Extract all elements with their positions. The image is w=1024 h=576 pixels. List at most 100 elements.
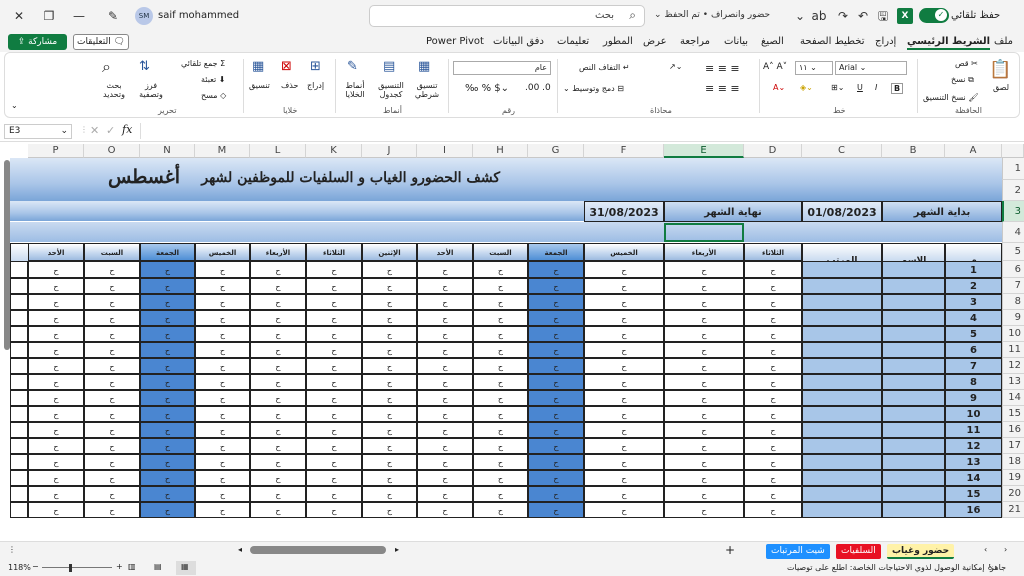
delete-cells-icon[interactable]: ⊠ <box>281 59 292 74</box>
sheet-month[interactable]: أغسطس <box>108 166 180 188</box>
page-break-view-icon[interactable]: ▥ <box>128 562 136 571</box>
attendance-cell[interactable]: ح <box>28 294 84 310</box>
attendance-cell[interactable]: ح <box>84 278 140 294</box>
attendance-cell[interactable]: ح <box>528 326 584 342</box>
employee-salary-10[interactable] <box>802 406 882 422</box>
header-day-10[interactable]: الخميس <box>195 243 250 261</box>
horizontal-scrollbar[interactable] <box>250 546 386 554</box>
attendance-cell[interactable]: ح <box>473 294 528 310</box>
attendance-cell[interactable]: ح <box>528 422 584 438</box>
accessibility-status[interactable]: إمكانية الوصول لذوي الاحتياجات الخاصة: ا… <box>787 563 994 572</box>
attendance-cell[interactable]: ح <box>664 342 744 358</box>
attendance-cell[interactable]: ح <box>28 278 84 294</box>
restore-icon[interactable]: ❐ <box>38 6 60 26</box>
attendance-cell[interactable]: ح <box>195 438 250 454</box>
zoom-in-icon[interactable]: + <box>116 562 123 571</box>
attendance-cell[interactable]: ح <box>140 422 195 438</box>
attendance-cell[interactable]: ح <box>362 470 417 486</box>
attendance-cell[interactable]: ح <box>473 326 528 342</box>
attendance-cell[interactable]: ح <box>250 278 306 294</box>
tab-review[interactable]: مراجعة <box>680 36 710 47</box>
attendance-cell[interactable]: ح <box>28 390 84 406</box>
attendance-cell[interactable]: ح <box>28 326 84 342</box>
attendance-cell[interactable]: ح <box>744 294 802 310</box>
attendance-cell[interactable]: ح <box>306 406 362 422</box>
orientation-icon[interactable]: ↗⌄ <box>669 62 682 71</box>
header-day-06[interactable]: الأحد <box>417 243 473 261</box>
attendance-cell[interactable]: ح <box>250 422 306 438</box>
attendance-cell[interactable]: ح <box>84 438 140 454</box>
header-day-05[interactable]: السبت <box>473 243 528 261</box>
attendance-cell[interactable]: ح <box>584 358 664 374</box>
row-header-3[interactable]: 3 <box>1002 201 1024 222</box>
attendance-cell[interactable]: ح <box>140 294 195 310</box>
document-title[interactable]: ⌄ حضور وانصراف • تم الحفظ <box>654 10 770 20</box>
left-edge-cell[interactable] <box>10 294 28 310</box>
left-edge-cell[interactable] <box>10 358 28 374</box>
start-date[interactable]: 01/08/2023 <box>802 201 882 222</box>
attendance-cell[interactable]: ح <box>84 454 140 470</box>
left-edge-cell[interactable] <box>10 374 28 390</box>
left-edge-cell[interactable] <box>10 342 28 358</box>
employee-number-2[interactable]: 2 <box>945 278 1002 294</box>
page-layout-view-icon[interactable]: ▤ <box>154 562 162 571</box>
attendance-cell[interactable]: ح <box>664 454 744 470</box>
attendance-cell[interactable]: ح <box>584 422 664 438</box>
column-header-b[interactable]: B <box>882 144 945 158</box>
header-day-03[interactable]: الخميس <box>584 243 664 261</box>
attendance-cell[interactable]: ح <box>584 310 664 326</box>
conditional-format-icon[interactable]: ▦ <box>418 59 430 74</box>
employee-name-16[interactable] <box>882 502 945 518</box>
vertical-scrollbar[interactable] <box>4 160 10 350</box>
row-header-9[interactable]: 9 <box>1002 310 1024 326</box>
attendance-cell[interactable]: ح <box>664 374 744 390</box>
format-cells-label[interactable]: تنسيق <box>249 81 270 90</box>
header-day-09[interactable]: الأربعاء <box>250 243 306 261</box>
employee-name-6[interactable] <box>882 342 945 358</box>
attendance-cell[interactable]: ح <box>584 374 664 390</box>
attendance-cell[interactable]: ح <box>362 390 417 406</box>
row-header-8[interactable]: 8 <box>1002 294 1024 310</box>
attendance-cell[interactable]: ح <box>250 358 306 374</box>
employee-salary-11[interactable] <box>802 422 882 438</box>
attendance-cell[interactable]: ح <box>28 310 84 326</box>
end-date[interactable]: 31/08/2023 <box>584 201 664 222</box>
attendance-cell[interactable]: ح <box>528 502 584 518</box>
column-header-k[interactable]: K <box>306 144 362 158</box>
normal-view-icon[interactable]: ▦ <box>176 561 196 575</box>
attendance-cell[interactable]: ح <box>473 261 528 278</box>
employee-name-3[interactable] <box>882 294 945 310</box>
attendance-cell[interactable]: ح <box>584 390 664 406</box>
attendance-cell[interactable]: ح <box>417 470 473 486</box>
employee-name-4[interactable] <box>882 310 945 326</box>
employee-name-15[interactable] <box>882 486 945 502</box>
column-header-c[interactable]: C <box>802 144 882 158</box>
tab-data-flow[interactable]: دفق البيانات <box>493 36 544 47</box>
comments-button[interactable]: التعليقات 🗨 <box>73 34 129 50</box>
cancel-icon[interactable]: ✕ <box>90 124 99 137</box>
attendance-cell[interactable]: ح <box>528 406 584 422</box>
selected-cell-e3[interactable] <box>664 223 744 242</box>
attendance-cell[interactable]: ح <box>306 310 362 326</box>
attendance-cell[interactable]: ح <box>362 310 417 326</box>
redo-icon[interactable]: ↷ <box>832 6 854 26</box>
attendance-cell[interactable]: ح <box>473 278 528 294</box>
attendance-cell[interactable]: ح <box>528 486 584 502</box>
column-header-h[interactable]: H <box>473 144 528 158</box>
autosave-toggle[interactable] <box>919 8 949 23</box>
attendance-cell[interactable]: ح <box>306 261 362 278</box>
left-edge-cell[interactable] <box>10 454 28 470</box>
attendance-cell[interactable]: ح <box>744 278 802 294</box>
attendance-cell[interactable]: ح <box>744 422 802 438</box>
attendance-cell[interactable]: ح <box>664 406 744 422</box>
sheet-tab-advances[interactable]: السلفيات <box>836 544 881 559</box>
column-header-a[interactable]: A <box>945 144 1002 158</box>
zoom-out-icon[interactable]: − <box>32 562 39 571</box>
attendance-cell[interactable]: ح <box>250 470 306 486</box>
row-header-18[interactable]: 18 <box>1002 454 1024 470</box>
attendance-cell[interactable]: ح <box>250 342 306 358</box>
left-edge-cell[interactable] <box>10 502 28 518</box>
attendance-cell[interactable]: ح <box>417 310 473 326</box>
attendance-cell[interactable]: ح <box>584 470 664 486</box>
attendance-cell[interactable]: ح <box>195 502 250 518</box>
